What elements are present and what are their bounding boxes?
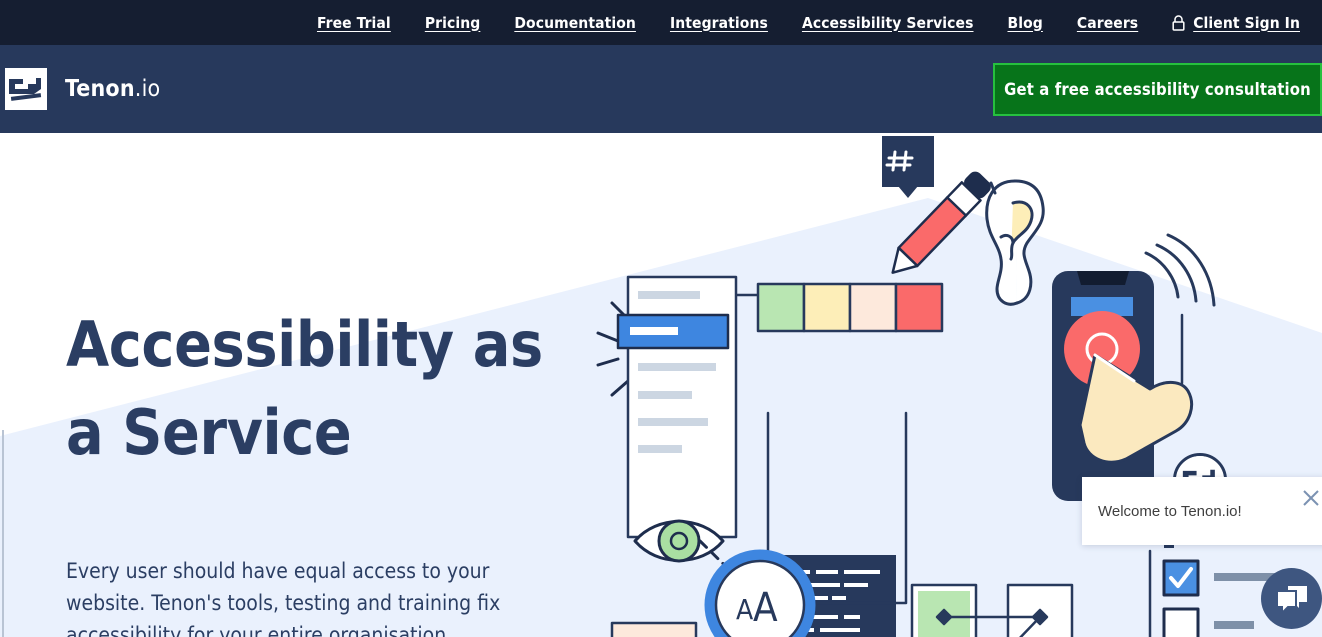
- hero-title-line-1: Accessibility as: [66, 308, 543, 381]
- close-icon[interactable]: [1302, 489, 1320, 507]
- hero-title-line-2: a Service: [66, 396, 352, 469]
- nav-link-blog[interactable]: Blog: [1008, 14, 1043, 32]
- client-sign-in-label[interactable]: Client Sign In: [1193, 14, 1300, 32]
- top-navigation: Free Trial Pricing Documentation Integra…: [283, 14, 1300, 32]
- svg-text:A: A: [753, 585, 778, 631]
- chat-greeting-text: Welcome to Tenon.io!: [1098, 502, 1242, 520]
- nav-link-documentation[interactable]: Documentation: [514, 14, 636, 32]
- svg-text:A: A: [736, 593, 754, 626]
- page-root: Free Trial Pricing Documentation Integra…: [0, 0, 1322, 637]
- brand-suffix: .io: [134, 76, 161, 102]
- top-utility-bar: Free Trial Pricing Documentation Integra…: [0, 0, 1322, 45]
- nav-link-integrations[interactable]: Integrations: [670, 14, 768, 32]
- chat-bubble-icon[interactable]: [1261, 568, 1322, 629]
- lock-icon: [1172, 14, 1185, 31]
- nav-link-free-trial[interactable]: Free Trial: [317, 14, 391, 32]
- tenon-logo-icon: [5, 68, 47, 110]
- chat-greeting-popup[interactable]: Welcome to Tenon.io!: [1082, 477, 1322, 545]
- site-header: Tenon.io Get a free accessibility consul…: [0, 45, 1322, 133]
- consultation-cta-button[interactable]: Get a free accessibility consultation: [993, 63, 1322, 116]
- nav-link-pricing[interactable]: Pricing: [425, 14, 481, 32]
- brand-name: Tenon: [65, 76, 135, 102]
- nav-link-careers[interactable]: Careers: [1077, 14, 1138, 32]
- hero-section: Accessibility as a Service Every user sh…: [0, 133, 1322, 637]
- nav-link-accessibility-services[interactable]: Accessibility Services: [802, 14, 974, 32]
- accessibility-tools-illustration: A A: [590, 133, 1322, 637]
- brand-logo[interactable]: Tenon.io: [5, 68, 160, 110]
- left-edge-rule: [2, 430, 4, 637]
- client-sign-in[interactable]: Client Sign In: [1172, 14, 1300, 32]
- brand-text: Tenon.io: [65, 76, 160, 102]
- hero-body-text: Every user should have equal access to y…: [66, 559, 501, 637]
- page-title: Accessibility as a Service: [66, 301, 586, 477]
